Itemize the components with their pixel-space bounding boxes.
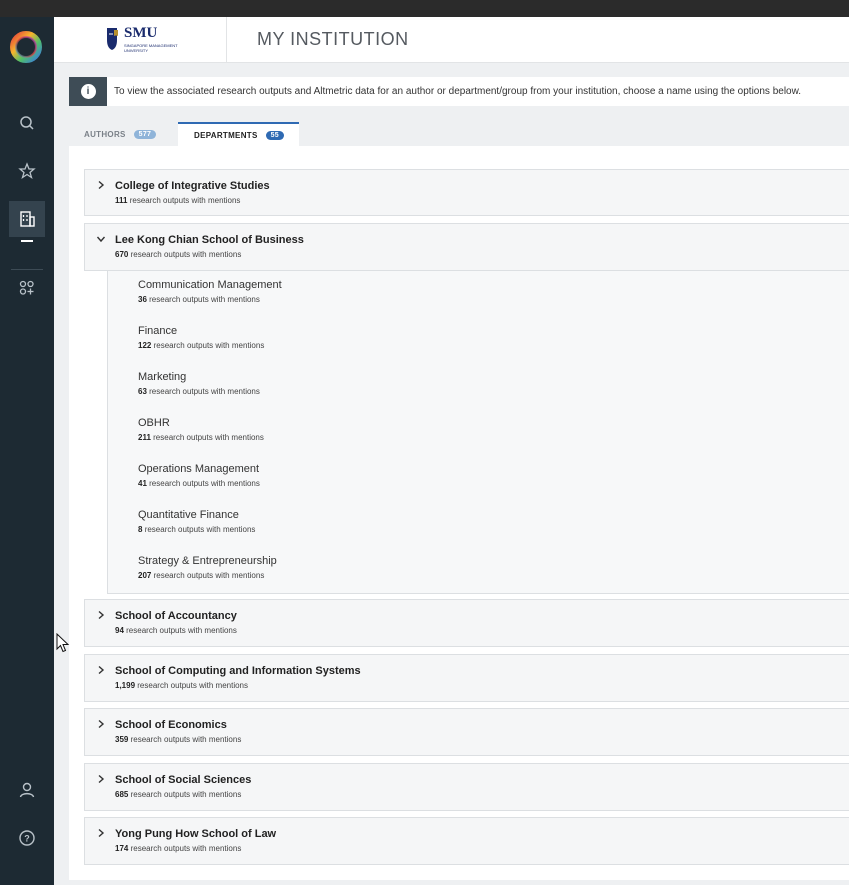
info-text: To view the associated research outputs … bbox=[114, 86, 802, 97]
dept-row-expanded[interactable]: Lee Kong Chian School of Business 670 re… bbox=[84, 223, 849, 271]
subdept-row[interactable]: Operations Management 41 research output… bbox=[107, 455, 849, 502]
brand-name: SMU bbox=[124, 25, 158, 41]
dept-row[interactable]: School of Accountancy 94 research output… bbox=[84, 599, 849, 647]
subdept-row[interactable]: Communication Management 36 research out… bbox=[107, 271, 849, 318]
browser-top-strip bbox=[0, 0, 849, 17]
tab-departments[interactable]: DEPARTMENTS 55 bbox=[178, 122, 299, 146]
subdept-row[interactable]: OBHR 211 research outputs with mentions bbox=[107, 409, 849, 456]
building-icon[interactable] bbox=[9, 201, 45, 237]
dept-row[interactable]: College of Integrative Studies 111 resea… bbox=[84, 169, 849, 216]
subdept-count: 207 research outputs with mentions bbox=[138, 571, 265, 580]
star-icon[interactable] bbox=[9, 153, 45, 189]
search-icon[interactable] bbox=[9, 105, 45, 141]
info-icon: i bbox=[69, 77, 107, 106]
tab-label: DEPARTMENTS bbox=[194, 130, 258, 140]
page-title: MY INSTITUTION bbox=[257, 29, 409, 49]
subdept-name: OBHR bbox=[138, 417, 170, 429]
info-banner: i To view the associated research output… bbox=[69, 77, 849, 106]
tab-count-badge: 55 bbox=[265, 130, 284, 140]
subdept-row[interactable]: Marketing 63 research outputs with menti… bbox=[107, 363, 849, 410]
subdept-name: Finance bbox=[138, 325, 178, 337]
dept-row[interactable]: Yong Pung How School of Law 174 research… bbox=[84, 817, 849, 865]
dept-row[interactable]: School of Social Sciences 685 research o… bbox=[84, 763, 849, 811]
dept-count: 670 research outputs with mentions bbox=[115, 250, 242, 259]
chevron-right-icon[interactable] bbox=[96, 665, 106, 675]
subdept-row[interactable]: Quantitative Finance 8 research outputs … bbox=[107, 501, 849, 548]
help-icon[interactable]: ? bbox=[9, 820, 45, 856]
dept-name: School of Economics bbox=[115, 719, 227, 731]
subdept-count: 63 research outputs with mentions bbox=[138, 387, 260, 396]
altmetric-logo-icon[interactable] bbox=[9, 30, 43, 64]
dept-row[interactable]: School of Computing and Information Syst… bbox=[84, 654, 849, 702]
tab-count-badge: 577 bbox=[133, 129, 157, 139]
subdept-name: Strategy & Entrepreneurship bbox=[138, 555, 277, 567]
dept-name: Lee Kong Chian School of Business bbox=[115, 234, 304, 246]
svg-text:?: ? bbox=[24, 834, 30, 844]
subdept-name: Quantitative Finance bbox=[138, 509, 239, 521]
dept-row[interactable]: School of Economics 359 research outputs… bbox=[84, 708, 849, 756]
dept-name: School of Accountancy bbox=[115, 610, 237, 622]
mouse-cursor-icon bbox=[56, 633, 70, 653]
chevron-down-icon[interactable] bbox=[96, 234, 106, 244]
dept-count: 359 research outputs with mentions bbox=[115, 735, 242, 744]
subdept-count: 211 research outputs with mentions bbox=[138, 433, 264, 442]
chevron-right-icon[interactable] bbox=[96, 180, 106, 190]
chevron-right-icon[interactable] bbox=[96, 774, 106, 784]
dept-count: 1,199 research outputs with mentions bbox=[115, 681, 248, 690]
brand-subtitle: SINGAPORE MANAGEMENT UNIVERSITY bbox=[124, 43, 178, 53]
subdept-count: 122 research outputs with mentions bbox=[138, 341, 265, 350]
smu-crest-icon bbox=[107, 28, 118, 50]
institution-brand[interactable]: SMU SINGAPORE MANAGEMENT UNIVERSITY bbox=[54, 17, 227, 62]
subdept-name: Marketing bbox=[138, 371, 187, 383]
dept-count: 111 research outputs with mentions bbox=[115, 196, 241, 205]
subdept-row[interactable]: Strategy & Entrepreneurship 207 research… bbox=[107, 547, 849, 594]
chevron-right-icon[interactable] bbox=[96, 610, 106, 620]
tab-label: AUTHORS bbox=[84, 129, 126, 139]
dept-name: College of Integrative Studies bbox=[115, 180, 270, 192]
dept-name: School of Social Sciences bbox=[115, 774, 252, 786]
active-indicator bbox=[21, 240, 33, 242]
apps-icon[interactable] bbox=[9, 270, 45, 306]
dept-name: School of Computing and Information Syst… bbox=[115, 665, 361, 677]
subdept-count: 8 research outputs with mentions bbox=[138, 525, 256, 534]
chevron-right-icon[interactable] bbox=[96, 719, 106, 729]
dept-count: 685 research outputs with mentions bbox=[115, 790, 242, 799]
subdept-name: Operations Management bbox=[138, 463, 260, 475]
subdept-count: 41 research outputs with mentions bbox=[138, 479, 260, 488]
subdept-count: 36 research outputs with mentions bbox=[138, 295, 260, 304]
tab-authors[interactable]: AUTHORS 577 bbox=[70, 122, 178, 146]
user-icon[interactable] bbox=[9, 772, 45, 808]
dept-count: 94 research outputs with mentions bbox=[115, 626, 237, 635]
dept-count: 174 research outputs with mentions bbox=[115, 844, 242, 853]
sidebar: ? bbox=[0, 17, 54, 885]
subdept-row[interactable]: Finance 122 research outputs with mentio… bbox=[107, 317, 849, 364]
header: SMU SINGAPORE MANAGEMENT UNIVERSITY MY I… bbox=[54, 17, 849, 63]
chevron-right-icon[interactable] bbox=[96, 828, 106, 838]
subdept-name: Communication Management bbox=[138, 279, 282, 291]
dept-name: Yong Pung How School of Law bbox=[115, 828, 277, 840]
